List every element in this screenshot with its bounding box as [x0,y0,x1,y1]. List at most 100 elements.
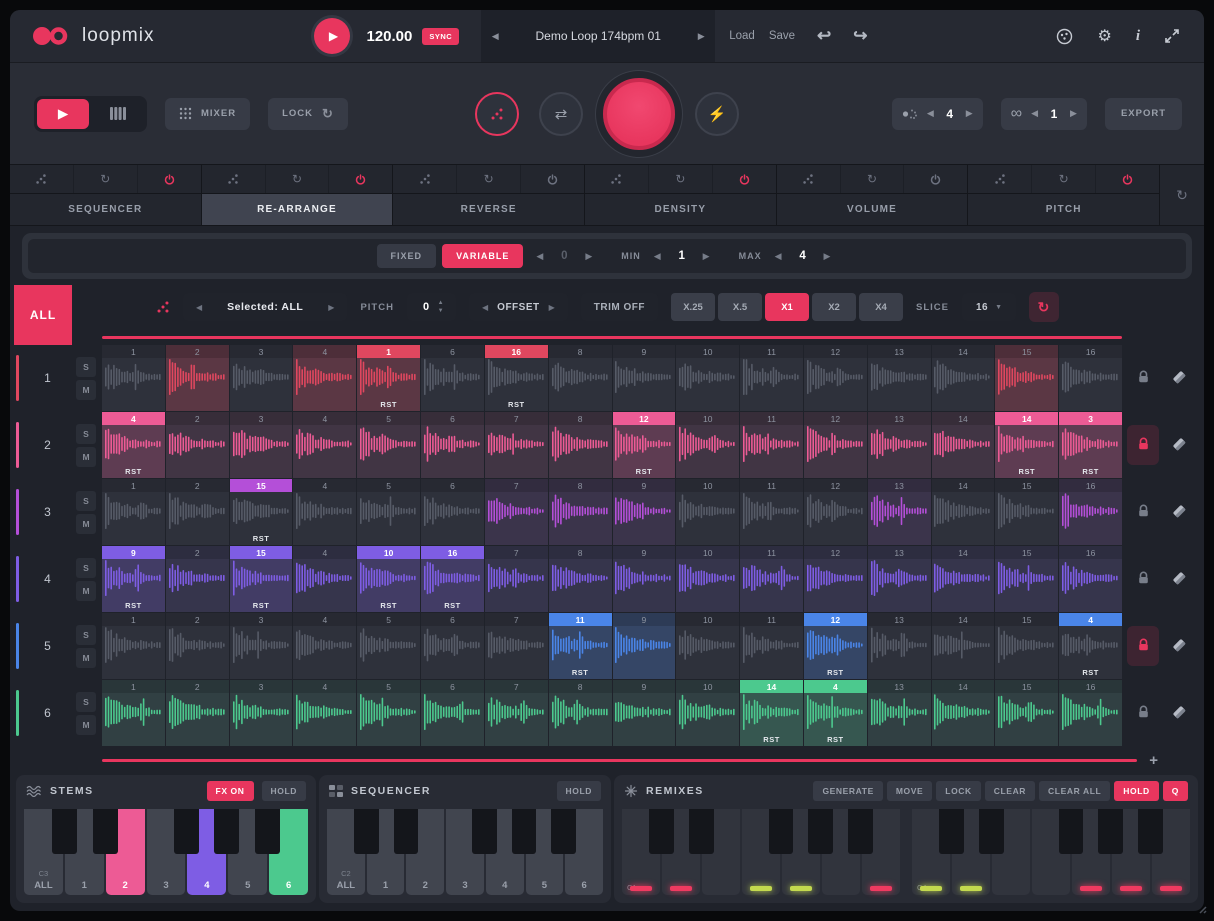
lock-button[interactable] [1127,492,1159,532]
loop-icon[interactable]: ↻ [266,165,330,193]
slice-cell[interactable]: 2 [166,412,229,478]
slice-cell[interactable]: 9 [613,345,676,411]
black-key[interactable] [472,809,496,854]
tab-sequencer[interactable]: ↻SEQUENCER [10,165,202,225]
remix-lock-button[interactable]: LOCK [936,781,980,801]
fx-on-button[interactable]: FX ON [207,781,254,801]
piano-view-button[interactable] [92,99,144,129]
dice-icon[interactable] [202,165,266,193]
black-key[interactable] [808,809,833,854]
erase-button[interactable] [1163,626,1195,666]
black-key[interactable] [769,809,794,854]
info-icon[interactable]: i [1136,28,1140,45]
slice-cell[interactable]: 14RST [995,412,1058,478]
slice-cell[interactable]: 14 [932,546,995,612]
slice-cell[interactable]: 4 [293,613,356,679]
loop-prev-button[interactable]: ◀ [1031,108,1038,119]
loop-icon[interactable]: ↻ [74,165,138,193]
slice-cell[interactable]: 1 [102,613,165,679]
loop-icon[interactable]: ↻ [1032,165,1096,193]
slice-cell[interactable]: 13 [868,613,931,679]
slice-cell[interactable]: 4 [293,680,356,746]
slice-cell[interactable]: 13 [868,479,931,545]
slice-cell[interactable]: 14 [932,412,995,478]
slice-cell[interactable]: 14 [932,479,995,545]
black-key[interactable] [512,809,536,854]
fixed-mode-button[interactable]: FIXED [377,244,437,268]
slice-cell[interactable]: 10 [676,680,739,746]
remix-clear-all-button[interactable]: CLEAR ALL [1039,781,1110,801]
preset-prev-button[interactable]: ◀ [481,10,509,62]
randomizer-ball-icon[interactable] [1056,28,1073,45]
randomize-selection-icon[interactable] [156,300,170,314]
main-remix-button[interactable] [603,78,675,150]
slice-cell[interactable]: 8 [549,546,612,612]
fixed-value-prev-button[interactable]: ◀ [529,251,550,262]
slice-cell[interactable]: 15RST [230,479,293,545]
slice-cell[interactable]: 12 [804,345,867,411]
slice-cell[interactable]: 2 [166,479,229,545]
slice-cell[interactable]: 15 [995,479,1058,545]
slice-cell[interactable]: 14 [932,680,995,746]
slice-cell[interactable]: 5 [357,680,420,746]
black-key[interactable] [93,809,118,854]
slice-cell[interactable]: 16 [1059,345,1122,411]
slice-cell[interactable]: 2 [166,613,229,679]
slice-cell[interactable]: 13 [868,345,931,411]
slice-cell[interactable]: 6 [421,412,484,478]
slice-cell[interactable]: 11 [740,412,803,478]
settings-gear-icon[interactable]: ⚙ [1097,26,1111,46]
refresh-icon[interactable]: ↻ [322,106,334,122]
pattern-prev-button[interactable]: ◀ [927,108,934,119]
black-key[interactable] [354,809,378,854]
shuffle-knob[interactable]: ⇄ [539,92,583,136]
mixer-button[interactable]: MIXER [165,98,250,130]
slice-cell[interactable]: 1 [102,680,165,746]
slice-cell[interactable]: 10RST [357,546,420,612]
slice-cell[interactable]: 8 [549,412,612,478]
slice-cell[interactable]: 9 [613,479,676,545]
mute-button[interactable]: M [76,380,96,400]
dice-icon[interactable] [393,165,457,193]
stems-hold-button[interactable]: HOLD [262,781,306,801]
add-track-button[interactable]: + [1149,752,1158,769]
remix-hold-button[interactable]: HOLD [1114,781,1158,801]
multiplier-x25-button[interactable]: X.25 [671,293,715,321]
slice-cell[interactable]: 15 [995,613,1058,679]
slice-cell[interactable]: 14 [932,345,995,411]
lock-button[interactable] [1127,425,1159,465]
slice-cell[interactable]: 2 [166,546,229,612]
slice-cell[interactable]: 6 [421,613,484,679]
slice-cell[interactable]: 15 [995,345,1058,411]
slice-cell[interactable]: 11RST [549,613,612,679]
black-key[interactable] [255,809,280,854]
lock-button[interactable] [1127,559,1159,599]
black-key[interactable] [689,809,714,854]
slice-cell[interactable]: 9 [613,546,676,612]
pitch-spinner[interactable]: ▲▼ [438,300,444,314]
mute-button[interactable]: M [76,581,96,601]
black-key[interactable] [979,809,1004,854]
slice-cell[interactable]: 15 [995,680,1058,746]
slice-cell[interactable]: 15RST [230,546,293,612]
black-key[interactable] [1059,809,1084,854]
slice-cell[interactable]: 16 [1059,680,1122,746]
slice-cell[interactable]: 10 [676,345,739,411]
remix-quantize-button[interactable]: Q [1163,781,1188,801]
erase-button[interactable] [1163,358,1195,398]
redo-button[interactable]: ↪ [853,26,867,46]
max-next-button[interactable]: ▶ [817,251,838,262]
offset-next-button[interactable]: ▶ [540,303,564,312]
slice-cell[interactable]: 5 [357,479,420,545]
slice-cell[interactable]: 11 [740,345,803,411]
slice-count-dropdown[interactable]: 16 ▼ [962,293,1016,321]
resize-expand-icon[interactable] [1164,28,1180,44]
slice-cell[interactable]: 16 [1059,479,1122,545]
slice-cell[interactable]: 16RST [421,546,484,612]
loop-icon[interactable]: ↻ [841,165,905,193]
slice-cell[interactable]: 3 [230,412,293,478]
erase-button[interactable] [1163,693,1195,733]
global-lock-button[interactable]: LOCK ↻ [268,98,348,130]
slice-cell[interactable]: 4RST [804,680,867,746]
solo-button[interactable]: S [76,692,96,712]
